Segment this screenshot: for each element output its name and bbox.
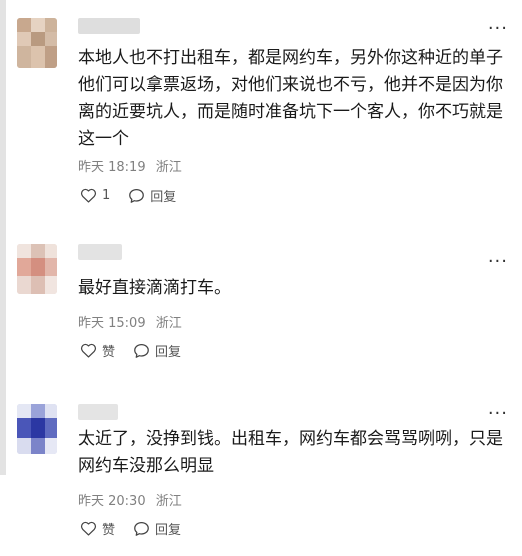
reply-label: 回复	[150, 190, 177, 205]
comment-bubble-icon	[134, 343, 149, 358]
avatar[interactable]	[17, 404, 57, 454]
comment-meta: 昨天 15:09 浙江	[78, 312, 182, 331]
comment-text: 本地人也不打出租车，都是网约车，另外你这种近的单子他们可以拿票返场，对他们来说也…	[78, 48, 503, 149]
thread-side-bar	[0, 0, 6, 475]
more-options-icon[interactable]: ···	[488, 20, 508, 38]
more-options-icon[interactable]: ···	[488, 253, 508, 271]
comment-meta: 昨天 18:19 浙江	[78, 156, 182, 175]
more-options-icon[interactable]: ···	[488, 405, 508, 423]
like-button[interactable]: 1	[80, 188, 110, 203]
reply-button[interactable]: 回复	[133, 519, 181, 538]
username-blurred[interactable]	[78, 404, 118, 420]
comment-location: 浙江	[155, 494, 182, 509]
username-blurred[interactable]	[78, 244, 122, 260]
like-button[interactable]: 赞	[80, 341, 115, 360]
avatar[interactable]	[17, 18, 57, 68]
comment-location: 浙江	[155, 316, 182, 331]
like-label: 赞	[102, 345, 116, 360]
comment-actions: 赞 回复	[80, 519, 199, 538]
comment-location: 浙江	[155, 160, 182, 175]
comment-actions: 1 回复	[80, 186, 194, 205]
reply-button[interactable]: 回复	[128, 186, 176, 205]
comment-bubble-icon	[129, 188, 145, 203]
like-button[interactable]: 赞	[80, 519, 115, 538]
comment-date: 昨天 20:30	[78, 494, 146, 509]
comment-bubble-icon	[134, 521, 149, 536]
reply-button[interactable]: 回复	[133, 341, 181, 360]
heart-icon	[80, 188, 97, 203]
comment-actions: 赞 回复	[80, 341, 199, 360]
comment-text: 最好直接滴滴打车。	[78, 278, 231, 298]
username-blurred[interactable]	[78, 18, 140, 34]
heart-icon	[80, 343, 97, 358]
reply-label: 回复	[155, 523, 182, 538]
reply-label: 回复	[155, 345, 182, 360]
comment-meta: 昨天 20:30 浙江	[78, 490, 182, 509]
comment-date: 昨天 18:19	[78, 160, 146, 175]
comment-text: 太近了，没挣到钱。出租车，网约车都会骂骂咧咧，只是网约车没那么明显	[78, 429, 503, 476]
avatar[interactable]	[17, 244, 57, 294]
like-label: 1	[102, 188, 111, 203]
like-label: 赞	[102, 523, 116, 538]
comment-date: 昨天 15:09	[78, 316, 146, 331]
heart-icon	[80, 521, 97, 536]
